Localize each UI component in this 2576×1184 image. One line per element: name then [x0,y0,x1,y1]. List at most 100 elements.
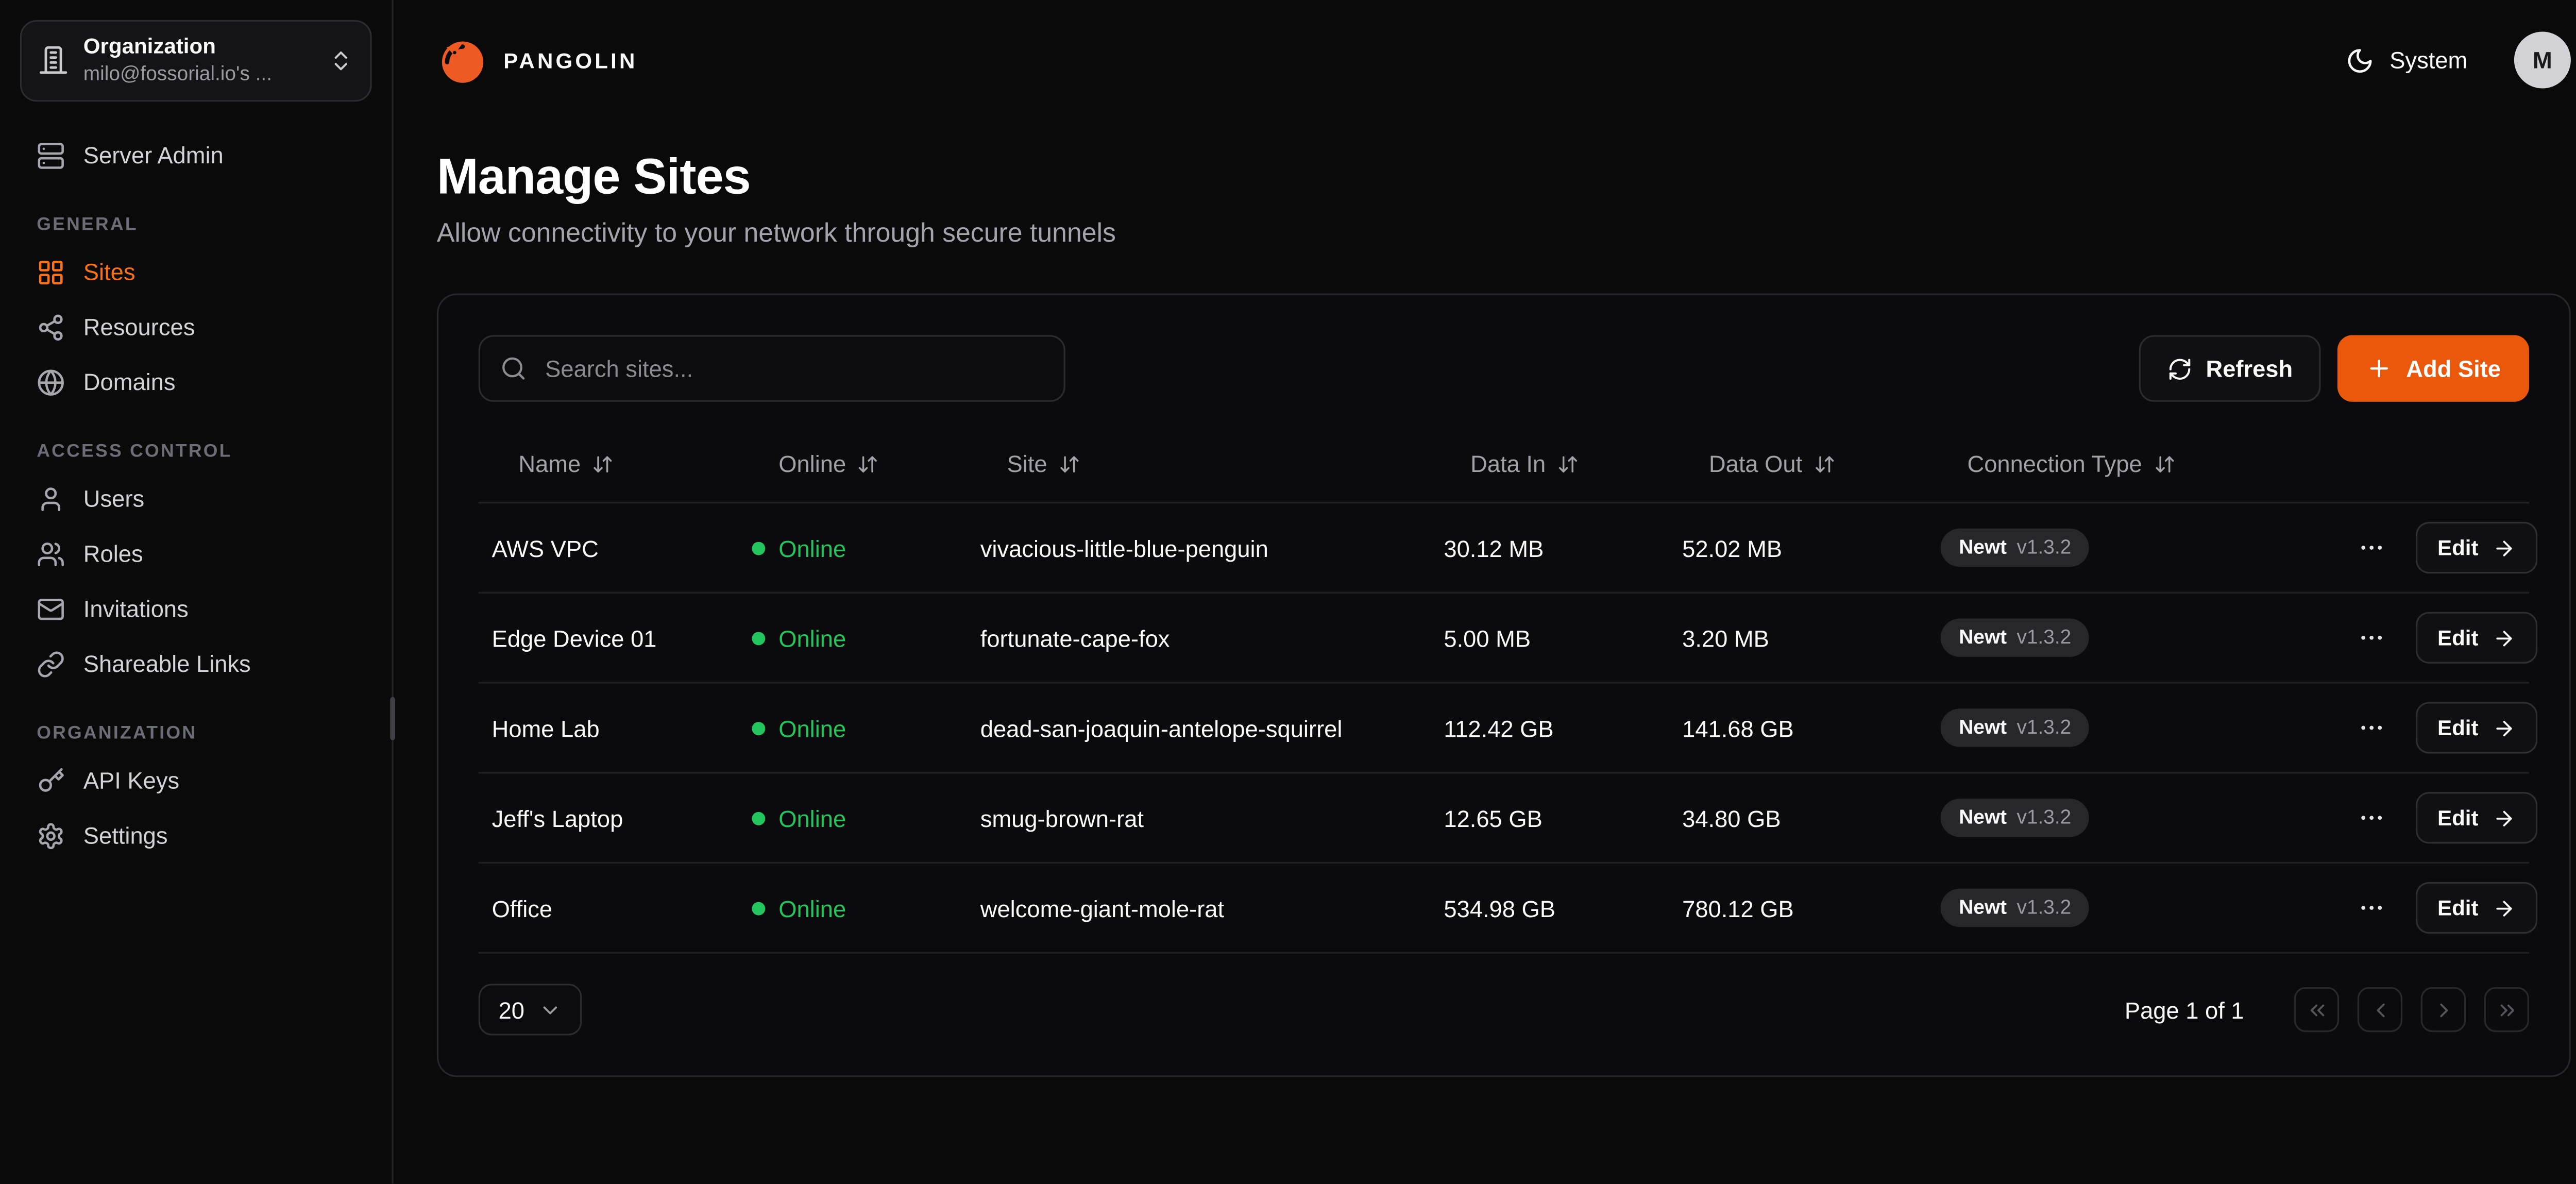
site-slug-cell: welcome-giant-mole-rat [967,894,1431,921]
chevron-right-icon [2432,998,2455,1021]
key-icon [37,767,65,795]
edit-button[interactable]: Edit [2416,522,2537,573]
sidebar-nav: Server Admin GENERAL Sites Resources [20,128,372,864]
ellipsis-icon [2358,893,2386,922]
row-menu-button[interactable] [2351,887,2393,929]
arrow-right-icon [2492,716,2515,739]
table-row: Office Online welcome-giant-mole-rat 534… [479,864,2529,954]
site-name-cell: Jeff's Laptop [479,804,739,831]
sidebar-item-domains[interactable]: Domains [20,355,372,410]
table-row: AWS VPC Online vivacious-little-blue-pen… [479,503,2529,594]
row-menu-button[interactable] [2351,707,2393,749]
sidebar-item-settings[interactable]: Settings [20,808,372,864]
site-slug-cell: smug-brown-rat [967,804,1431,831]
topbar: PANGOLIN System M [394,0,2576,120]
refresh-button[interactable]: Refresh [2139,335,2321,401]
sidebar-item-label: Shareable Links [83,650,251,678]
data-out-cell: 141.68 GB [1669,715,1927,741]
data-in-cell: 5.00 MB [1430,624,1669,651]
next-page-button[interactable] [2421,987,2466,1032]
theme-toggle-button[interactable]: System [2336,44,2478,76]
site-status-cell: Online [739,715,967,741]
table-row: Jeff's Laptop Online smug-brown-rat 12.6… [479,774,2529,864]
site-slug-cell: vivacious-little-blue-penguin [967,534,1431,561]
sidebar-heading-organization: ORGANIZATION [37,723,355,743]
sidebar-item-label: API Keys [83,767,179,794]
last-page-button[interactable] [2484,987,2529,1032]
sidebar-item-users[interactable]: Users [20,471,372,527]
org-selector[interactable]: Organization milo@fossorial.io's ... [20,20,372,102]
site-slug-cell: dead-san-joaquin-antelope-squirrel [967,715,1431,741]
connection-type-cell: Newt v1.3.2 [1927,619,2337,656]
online-status-dot [752,721,765,735]
first-page-button[interactable] [2294,987,2339,1032]
search-input[interactable] [542,353,1044,383]
sidebar-item-label: Sites [83,258,135,286]
row-menu-button[interactable] [2351,527,2393,569]
sidebar-item-resources[interactable]: Resources [20,300,372,355]
sidebar-resize-handle[interactable] [390,697,395,740]
edit-button[interactable]: Edit [2416,792,2537,843]
previous-page-button[interactable] [2358,987,2402,1032]
column-header-name[interactable]: Name [479,450,739,477]
add-site-button[interactable]: Add Site [2338,335,2529,401]
column-header-data-out[interactable]: Data Out [1669,450,1927,477]
online-status-label: Online [778,534,846,561]
connection-badge: Newt v1.3.2 [1941,889,2090,926]
search-box [479,335,1065,401]
sort-icon [1557,453,1579,475]
server-icon [37,142,65,170]
ellipsis-icon [2358,804,2386,832]
sidebar-item-label: Users [83,485,144,513]
page-info: Page 1 of 1 [2125,996,2244,1023]
moon-icon [2346,46,2375,74]
user-icon [37,485,65,513]
sort-icon [2154,453,2175,475]
row-menu-button[interactable] [2351,617,2393,658]
sidebar-item-label: Server Admin [83,142,224,170]
data-out-cell: 780.12 GB [1669,894,1927,921]
pagination-buttons [2294,987,2529,1032]
online-status-label: Online [778,894,846,921]
sidebar-item-roles[interactable]: Roles [20,527,372,582]
column-header-online[interactable]: Online [739,450,967,477]
sidebar-item-invitations[interactable]: Invitations [20,582,372,637]
brand[interactable]: PANGOLIN [437,34,638,86]
column-header-data-in[interactable]: Data In [1430,450,1669,477]
column-header-site[interactable]: Site [967,450,1431,477]
site-status-cell: Online [739,804,967,831]
ellipsis-icon [2358,714,2386,742]
site-status-cell: Online [739,534,967,561]
sidebar-item-label: Invitations [83,595,189,623]
table-footer: 20 Page 1 of 1 [479,984,2529,1035]
edit-button[interactable]: Edit [2416,882,2537,934]
sidebar-heading-general: GENERAL [37,215,355,235]
edit-button[interactable]: Edit [2416,702,2537,753]
arrow-right-icon [2492,806,2515,830]
share-network-icon [37,313,65,342]
link-icon [37,650,65,679]
refresh-label: Refresh [2206,355,2293,382]
page-size-select[interactable]: 20 [479,984,581,1035]
sidebar-heading-access-control: ACCESS CONTROL [37,442,355,462]
sort-icon [1814,453,1836,475]
building-icon [38,46,68,76]
sidebar-item-sites[interactable]: Sites [20,245,372,300]
sidebar-item-shareable-links[interactable]: Shareable Links [20,637,372,692]
sidebar-item-api-keys[interactable]: API Keys [20,753,372,808]
edit-button[interactable]: Edit [2416,612,2537,664]
sidebar-item-label: Resources [83,313,195,341]
row-actions: Edit [2337,522,2544,573]
online-status-dot [752,901,765,915]
sort-icon [592,453,614,475]
row-menu-button[interactable] [2351,797,2393,839]
mail-icon [37,595,65,623]
connection-type-cell: Newt v1.3.2 [1927,889,2337,926]
avatar[interactable]: M [2514,31,2571,88]
pangolin-logo [437,34,488,86]
pagination: Page 1 of 1 [2125,987,2529,1032]
column-header-connection-type[interactable]: Connection Type [1927,450,2337,477]
online-status-dot [752,541,765,554]
table-row: Home Lab Online dead-san-joaquin-antelop… [479,684,2529,774]
sidebar-item-server-admin[interactable]: Server Admin [20,128,372,183]
